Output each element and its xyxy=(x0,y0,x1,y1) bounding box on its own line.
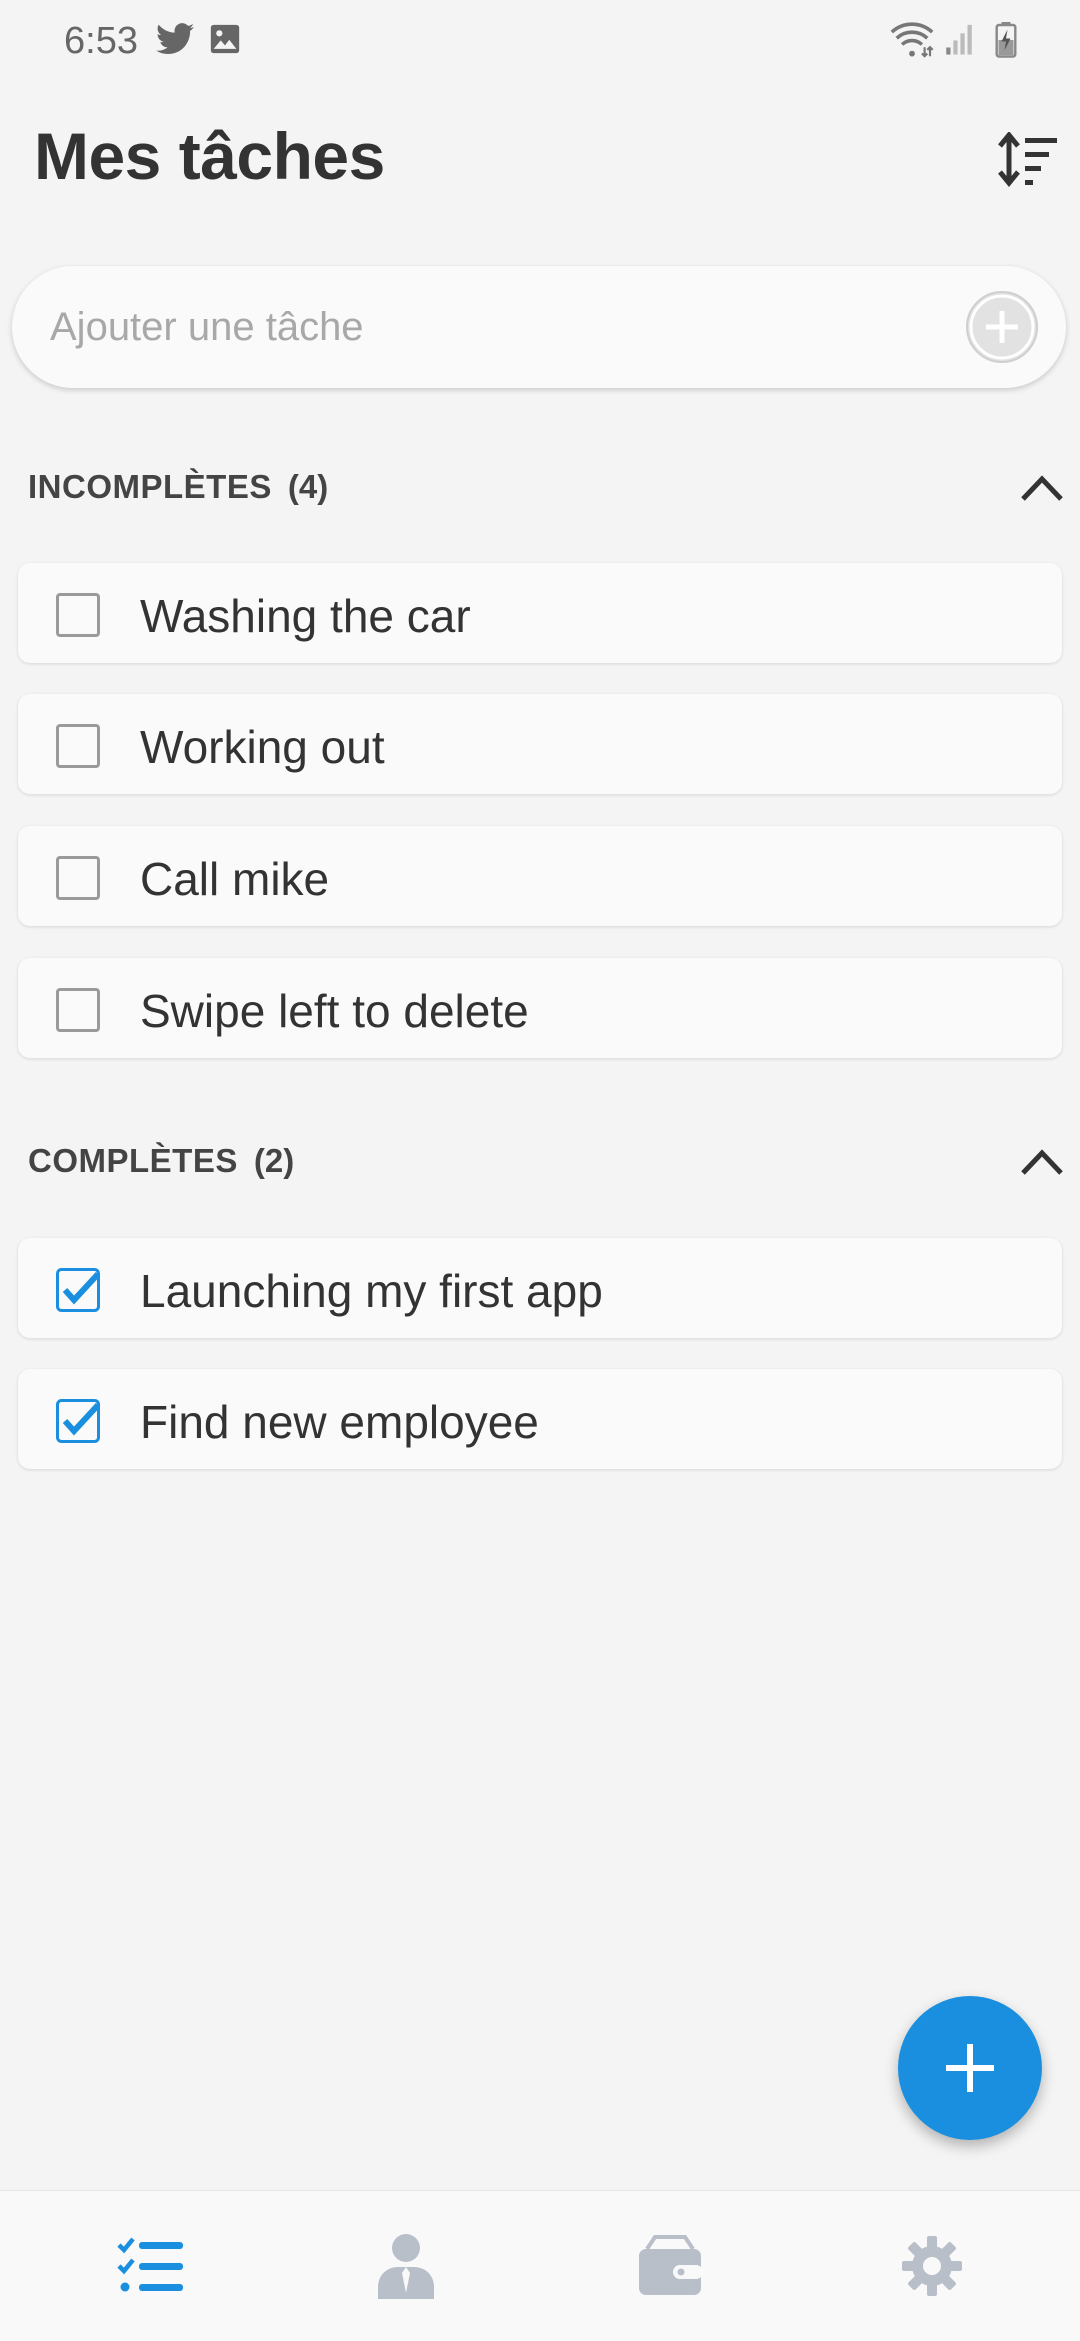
chevron-up-icon[interactable] xyxy=(1020,1143,1064,1179)
nav-tasks[interactable] xyxy=(60,2191,240,2341)
task-label: Working out xyxy=(140,721,385,773)
nav-wallet[interactable] xyxy=(580,2191,760,2341)
section-header-complete[interactable]: COMPLÈTES (2) xyxy=(28,1131,1068,1191)
image-icon xyxy=(210,24,240,54)
task-checkbox[interactable] xyxy=(56,593,100,637)
task-label: Call mike xyxy=(140,853,330,905)
checkbox-checked-icon[interactable] xyxy=(56,1268,100,1312)
task-label: Launching my first app xyxy=(140,1265,603,1317)
add-task-field xyxy=(12,266,1066,388)
signal-icon xyxy=(946,24,972,55)
task-checkbox[interactable] xyxy=(56,856,100,900)
plus-icon xyxy=(946,2044,994,2092)
bottom-nav xyxy=(0,2190,1080,2341)
add-circle-icon xyxy=(966,291,1038,363)
add-task-fab[interactable] xyxy=(898,1996,1042,2140)
wallet-icon xyxy=(639,2235,703,2295)
gear-icon xyxy=(902,2236,962,2296)
sort-icon xyxy=(998,132,1057,187)
task-item[interactable]: Launching my first app xyxy=(18,1238,1062,1338)
battery-charging-icon xyxy=(995,22,1017,58)
section-title: COMPLÈTES xyxy=(28,1142,238,1179)
nav-profile[interactable] xyxy=(316,2191,496,2341)
section-header-incomplete[interactable]: INCOMPLÈTES (4) xyxy=(28,457,1068,517)
task-item[interactable]: Find new employee xyxy=(18,1369,1062,1469)
section-count: (2) xyxy=(253,1142,295,1179)
task-checkbox[interactable] xyxy=(56,724,100,768)
person-icon xyxy=(378,2234,434,2299)
task-checkbox[interactable] xyxy=(56,988,100,1032)
chevron-up-icon[interactable] xyxy=(1020,469,1064,505)
section-count: (4) xyxy=(287,468,329,505)
task-item[interactable]: Washing the car xyxy=(18,563,1062,663)
sort-button[interactable] xyxy=(990,128,1066,194)
checkbox-checked-icon[interactable] xyxy=(56,1399,100,1443)
add-task-button[interactable] xyxy=(964,289,1040,365)
task-item[interactable]: Call mike xyxy=(18,826,1062,926)
section-title: INCOMPLÈTES xyxy=(28,468,272,505)
task-item[interactable]: Working out xyxy=(18,694,1062,794)
wifi-icon xyxy=(890,22,934,58)
checklist-icon xyxy=(117,2237,183,2292)
task-label: Find new employee xyxy=(140,1396,539,1448)
task-label: Washing the car xyxy=(140,590,471,642)
add-task-input[interactable] xyxy=(48,286,932,368)
page-title: Mes tâches xyxy=(34,119,385,193)
task-label: Swipe left to delete xyxy=(140,985,529,1037)
twitter-icon xyxy=(156,23,194,55)
nav-settings[interactable] xyxy=(842,2191,1022,2341)
status-time: 6:53 xyxy=(64,20,138,62)
status-bar: 6:53 xyxy=(0,0,1080,84)
task-item[interactable]: Swipe left to delete xyxy=(18,958,1062,1058)
